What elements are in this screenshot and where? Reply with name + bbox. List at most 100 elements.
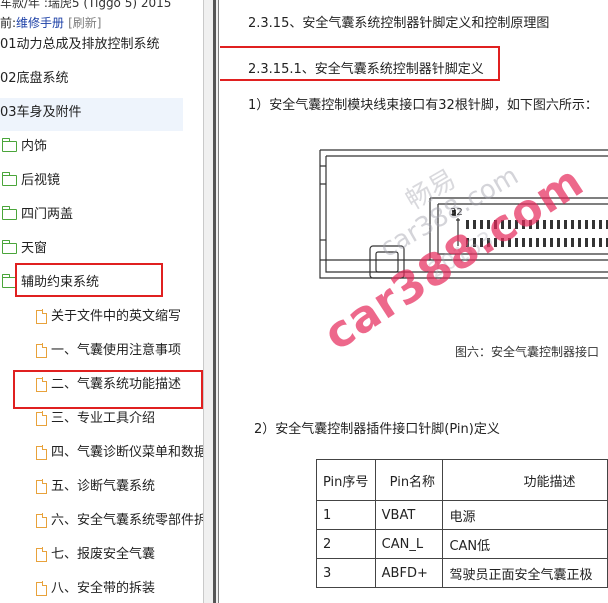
connector-pin bbox=[487, 238, 490, 247]
document-icon bbox=[36, 445, 48, 460]
connector-pin bbox=[599, 220, 602, 229]
tree-item-powertrain[interactable]: 01动力总成及排放控制系统 bbox=[0, 30, 183, 60]
table-row: 2 CAN_L CAN低 bbox=[316, 529, 608, 559]
tree-item-precautions[interactable]: 一、气囊使用注意事项 bbox=[36, 336, 181, 366]
connector-pin bbox=[515, 220, 518, 229]
connector-pin bbox=[578, 238, 581, 247]
document-icon bbox=[36, 513, 48, 528]
connector-pin bbox=[522, 220, 525, 229]
tree-item-label: 后视镜 bbox=[21, 173, 61, 188]
table-cell: CAN_L bbox=[374, 529, 444, 559]
tree-item-label: 六、安全气囊系统零部件拆 bbox=[51, 513, 203, 528]
document-icon bbox=[36, 411, 48, 426]
table-header: Pin序号 bbox=[316, 459, 376, 501]
connector-pin bbox=[557, 220, 560, 229]
tree-item-sunroof[interactable]: 天窗 bbox=[1, 234, 48, 264]
tree-item-label: 四门两盖 bbox=[21, 207, 74, 222]
tree-item-body[interactable]: 03车身及附件 bbox=[0, 98, 183, 131]
connector-pin bbox=[536, 238, 539, 247]
tree-item-seatbelt[interactable]: 八、安全带的拆装 bbox=[36, 574, 155, 603]
connector-pin bbox=[571, 220, 574, 229]
tree-item-diag-menu[interactable]: 四、气囊诊断仪菜单和数据 bbox=[36, 438, 203, 468]
connector-pin bbox=[564, 238, 567, 247]
tree-item-doors[interactable]: 四门两盖 bbox=[1, 200, 74, 230]
tree-item-mirror[interactable]: 后视镜 bbox=[1, 166, 61, 196]
folder-icon bbox=[1, 172, 17, 186]
tree-item-label: 四、气囊诊断仪菜单和数据 bbox=[51, 445, 203, 460]
connector-pin bbox=[599, 238, 602, 247]
connector-pin bbox=[543, 238, 546, 247]
table-cell: ABFD+ bbox=[374, 558, 444, 588]
connector-pin bbox=[557, 238, 560, 247]
connector-pin bbox=[564, 220, 567, 229]
connector-pin bbox=[578, 220, 581, 229]
connector-pin bbox=[466, 238, 469, 247]
tree-item-abbrev[interactable]: 关于文件中的英文缩写 bbox=[36, 302, 181, 332]
connector-pin bbox=[480, 220, 483, 229]
table-cell: VBAT bbox=[374, 500, 444, 530]
paragraph-pin-definition: 2）安全气囊控制器插件接口针脚(Pin)定义 bbox=[254, 422, 500, 437]
connector-pin bbox=[529, 220, 532, 229]
pin-row-top bbox=[466, 220, 608, 229]
refresh-link[interactable]: [刷新] bbox=[68, 16, 101, 30]
connector-pin bbox=[550, 238, 553, 247]
tree-item-label: 关于文件中的英文缩写 bbox=[51, 309, 182, 324]
document-icon bbox=[36, 309, 48, 324]
tree-item-label: 01动力总成及排放控制系统 bbox=[0, 37, 160, 52]
connector-pin bbox=[550, 220, 553, 229]
folder-icon bbox=[1, 138, 17, 152]
highlight-box-srs bbox=[15, 263, 163, 297]
connector-pin bbox=[473, 238, 476, 247]
tree-panel: 车款/年 :瑞虎5 (Tiggo 5) 2015 前:维修手册 [刷新] 01动力… bbox=[0, 0, 203, 603]
tree-item-label: 三、专业工具介绍 bbox=[51, 411, 156, 426]
table-cell: 电源 bbox=[442, 500, 608, 530]
connector-pin bbox=[515, 238, 518, 247]
tree-item-interior[interactable]: 内饰 bbox=[1, 132, 47, 162]
tree-item-label: 02底盘系统 bbox=[0, 71, 69, 86]
pin-table: Pin序号 Pin名称 功能描述 1 VBAT 电源 2 CAN_L CAN低 … bbox=[316, 459, 608, 588]
tree-item-diagnose[interactable]: 五、诊断气囊系统 bbox=[36, 472, 155, 502]
pin-row-bottom bbox=[466, 238, 608, 247]
connector-pin bbox=[529, 238, 532, 247]
connector-pin bbox=[543, 220, 546, 229]
section-title: 2.3.15、安全气囊系统控制器针脚定义和控制原理图 bbox=[248, 16, 550, 31]
table-cell: 驾驶员正面安全气囊正极 bbox=[442, 558, 608, 588]
tree-item-chassis[interactable]: 02底盘系统 bbox=[0, 64, 183, 94]
document-icon bbox=[36, 581, 48, 596]
tree-item-label: 一、气囊使用注意事项 bbox=[51, 343, 182, 358]
folder-icon bbox=[1, 240, 17, 254]
document-view: 2.3.15、安全气囊系统控制器针脚定义和控制原理图 2.3.15.1、安全气囊… bbox=[220, 0, 608, 603]
connector-pin bbox=[592, 220, 595, 229]
splitter-grip bbox=[213, 0, 216, 603]
connector-pin bbox=[466, 220, 469, 229]
connector-pin bbox=[473, 220, 476, 229]
table-row: 1 VBAT 电源 bbox=[316, 500, 608, 530]
table-header: Pin名称 bbox=[374, 459, 444, 501]
document-icon bbox=[36, 547, 48, 562]
connector-pin bbox=[487, 220, 490, 229]
folder-icon bbox=[1, 206, 17, 220]
tree-item-label: 03车身及附件 bbox=[0, 105, 82, 120]
connector-pin bbox=[501, 238, 504, 247]
connector-pin bbox=[508, 238, 511, 247]
table-header: 功能描述 bbox=[442, 459, 608, 501]
table-row: 3 ABFD+ 驾驶员正面安全气囊正极 bbox=[316, 558, 608, 588]
breadcrumb: 车款/年 :瑞虎5 (Tiggo 5) 2015 bbox=[0, 0, 172, 10]
connector-pin-label: 32 bbox=[450, 207, 463, 218]
table-header-row: Pin序号 Pin名称 功能描述 bbox=[316, 459, 608, 501]
tree-item-label: 七、报废安全气囊 bbox=[51, 547, 156, 562]
table-cell: 2 bbox=[316, 529, 376, 559]
table-cell: 3 bbox=[316, 558, 376, 588]
tree-item-label: 五、诊断气囊系统 bbox=[51, 479, 156, 494]
manual-link[interactable]: 维修手册 bbox=[16, 16, 64, 30]
manual-prefix: 前: bbox=[0, 16, 17, 30]
tree-item-components[interactable]: 六、安全气囊系统零部件拆 bbox=[36, 506, 203, 536]
connector-pin bbox=[571, 238, 574, 247]
tree-item-label: 天窗 bbox=[21, 241, 48, 256]
tree-item-scrap[interactable]: 七、报废安全气囊 bbox=[36, 540, 155, 570]
document-icon bbox=[36, 343, 48, 358]
panel-splitter[interactable] bbox=[203, 0, 219, 603]
paragraph-connector: 1）安全气囊控制模块线束接口有32根针脚，如下图六所示： bbox=[248, 98, 598, 113]
connector-pin bbox=[494, 238, 497, 247]
connector-diagram: 32 bbox=[319, 149, 608, 279]
